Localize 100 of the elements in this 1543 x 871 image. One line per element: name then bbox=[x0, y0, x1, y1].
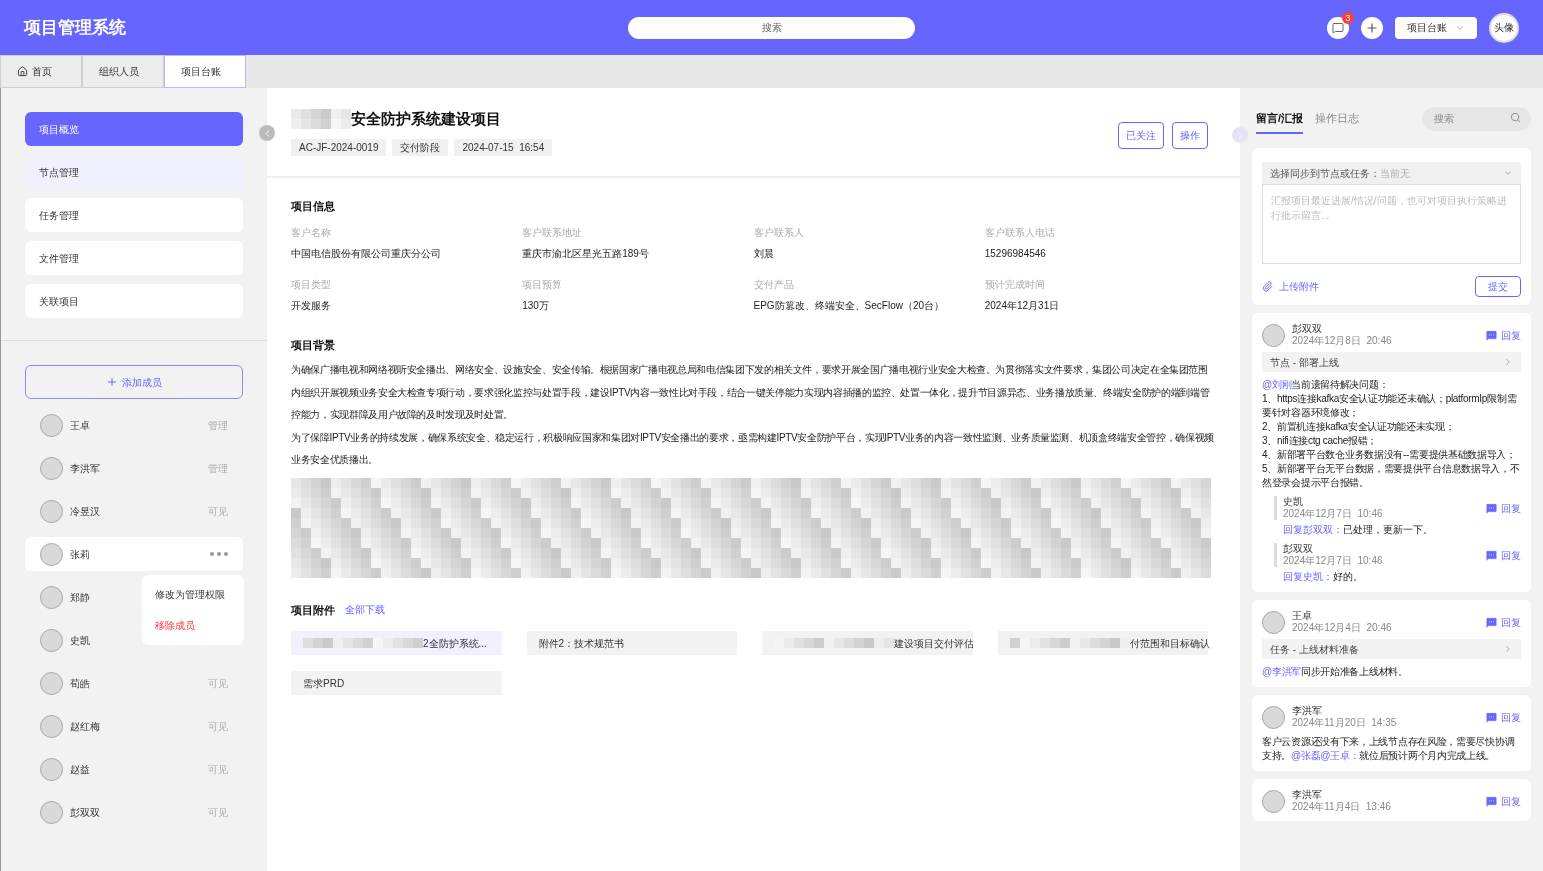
author-name: 彭双双 bbox=[1292, 323, 1323, 335]
attachment-item[interactable]: 付范围和目标确认 bbox=[997, 631, 1208, 655]
reply-button[interactable]: 回复 bbox=[1485, 793, 1521, 809]
attachment-item[interactable]: 需求PRD bbox=[291, 671, 502, 695]
background-paragraph: 为了保障IPTV业务的持续发展，确保系统安全、稳定运行，积极响应国家和集团对IPTV安全播出的要求，亟需构建IPTV安全防护平台，实现IPTV业务的内容一致性监测、业务质量监测、机顶盒终端安全管控，确保视频业务安全优质播出。 bbox=[291, 430, 1215, 467]
section-heading: 项目背景 bbox=[291, 337, 336, 353]
submit-button[interactable]: 提交 bbox=[1475, 276, 1521, 297]
avatar-button[interactable]: 头像 bbox=[1489, 12, 1519, 43]
add-icon[interactable] bbox=[1361, 16, 1383, 39]
avatar-icon bbox=[40, 757, 63, 781]
reply-button[interactable]: 回复 bbox=[1485, 709, 1521, 725]
author-name: 李洪军 bbox=[1292, 705, 1323, 717]
reply-button[interactable]: 回复 bbox=[1485, 547, 1521, 563]
member-row[interactable]: 冷昱汉 可见 bbox=[25, 494, 243, 528]
message-time: 2024年12月7日 10:46 bbox=[1283, 555, 1383, 567]
member-role: 可见 bbox=[208, 805, 228, 820]
nav-tab[interactable]: 首页 bbox=[0, 55, 82, 88]
collapse-left-icon[interactable] bbox=[259, 125, 275, 141]
project-dropdown[interactable]: 项目台账 bbox=[1395, 16, 1477, 39]
attachment-item[interactable]: 建设项目交付评估 bbox=[762, 631, 973, 655]
field-label: 项目预算 bbox=[522, 277, 564, 292]
more-icon[interactable] bbox=[210, 552, 228, 556]
author-name: 王卓 bbox=[1292, 610, 1313, 622]
sidebar-item[interactable]: 项目概览 bbox=[25, 112, 243, 146]
nav-tab[interactable]: 组织人员 bbox=[82, 55, 164, 88]
menu-item[interactable]: 移除成员 bbox=[155, 618, 244, 633]
message-text: 客户云资源还没有下来，上线节点存在风险，需要尽快协调支持。@张磊@王卓：就位后预计两个月内完成上线。 bbox=[1262, 735, 1516, 763]
member-role: 可见 bbox=[208, 676, 228, 691]
message-time: 2024年12月4日 20:46 bbox=[1292, 622, 1392, 634]
section-heading: 项目附件 bbox=[291, 602, 335, 618]
paperclip-icon bbox=[1262, 281, 1273, 292]
message-icon[interactable] bbox=[1327, 16, 1349, 39]
message-time: 2024年11月4日 13:46 bbox=[1292, 801, 1391, 813]
member-name: 王卓 bbox=[70, 418, 90, 433]
member-row[interactable]: 赵红梅 可见 bbox=[25, 709, 243, 743]
attachment-name: 需求PRD bbox=[303, 676, 345, 691]
project-tag: 交付阶段 bbox=[392, 138, 449, 156]
project-tag: 2024-07-15 16:54 bbox=[454, 138, 553, 156]
author-name: 彭双双 bbox=[1283, 543, 1314, 555]
reply-button[interactable]: 回复 bbox=[1485, 614, 1521, 630]
sidebar-item[interactable]: 关联项目 bbox=[25, 284, 243, 318]
member-row[interactable]: 彭双双 可见 bbox=[25, 795, 243, 829]
message-time: 2024年12月7日 10:46 bbox=[1283, 508, 1383, 520]
member-role: 管理 bbox=[208, 418, 228, 433]
header-button[interactable]: 操作 bbox=[1172, 122, 1208, 149]
avatar-icon bbox=[1262, 705, 1285, 729]
search-icon bbox=[1510, 112, 1521, 124]
chat-bubble-icon bbox=[1485, 501, 1498, 515]
field-label: 客户联系人电话 bbox=[984, 225, 1056, 240]
field-value: 开发服务 bbox=[291, 298, 332, 313]
avatar-icon bbox=[40, 542, 63, 566]
reply-button[interactable]: 回复 bbox=[1485, 500, 1521, 516]
chat-bubble-icon bbox=[1485, 615, 1498, 629]
member-row[interactable]: 李洪军 管理 bbox=[25, 451, 243, 485]
field-label: 客户名称 bbox=[291, 225, 332, 240]
app-title: 项目管理系统 bbox=[24, 16, 127, 39]
attachment-item[interactable]: 附件2：技术规范书 bbox=[526, 631, 737, 655]
avatar-icon bbox=[40, 499, 63, 523]
field-value: 中国电信股份有限公司重庆分公司 bbox=[291, 246, 442, 261]
menu-item[interactable]: 修改为管理权限 bbox=[155, 587, 244, 602]
reply-button[interactable]: 回复 bbox=[1485, 327, 1521, 343]
chevron-right-icon bbox=[1503, 644, 1513, 654]
member-name: 荀皓 bbox=[70, 676, 90, 691]
member-row[interactable]: 赵益 可见 bbox=[25, 752, 243, 786]
sidebar-item[interactable]: 文件管理 bbox=[25, 241, 243, 275]
attachment-item[interactable]: 2全防护系统... bbox=[291, 631, 502, 655]
member-name: 李洪军 bbox=[70, 461, 100, 476]
sidebar-item[interactable]: 节点管理 bbox=[25, 155, 243, 189]
attachment-name: 付范围和目标确认 bbox=[1129, 636, 1210, 651]
member-role: 可见 bbox=[208, 504, 228, 519]
upload-link[interactable]: 上传附件 bbox=[1262, 279, 1319, 294]
reply-text: 回复史凯：好的。 bbox=[1282, 570, 1364, 584]
avatar-icon bbox=[1262, 610, 1285, 634]
avatar-icon bbox=[40, 456, 63, 480]
avatar-icon bbox=[40, 413, 63, 437]
avatar-icon bbox=[40, 585, 63, 609]
download-all-link[interactable]: 全部下载 bbox=[345, 602, 385, 618]
header-button[interactable]: 已关注 bbox=[1118, 122, 1164, 149]
panel-search-field[interactable]: 搜索 bbox=[1422, 106, 1531, 131]
field-label: 预计完成时间 bbox=[984, 277, 1046, 292]
sidebar-item[interactable]: 任务管理 bbox=[25, 198, 243, 232]
member-role: 可见 bbox=[208, 762, 228, 777]
add-member-button[interactable]: 添加成员 bbox=[25, 365, 243, 399]
member-row[interactable]: 荀皓 可见 bbox=[25, 666, 243, 700]
attachment-name: 2全防护系统... bbox=[423, 636, 487, 651]
search-field[interactable]: 搜索 bbox=[628, 16, 915, 39]
field-label: 项目类型 bbox=[291, 277, 332, 292]
linked-node-row[interactable]: 节点 - 部署上线 bbox=[1262, 352, 1521, 372]
blurred-text-drawing bbox=[291, 109, 351, 130]
member-row[interactable]: 王卓 管理 bbox=[25, 408, 243, 442]
avatar-icon bbox=[40, 671, 63, 695]
field-value: 刘晨 bbox=[753, 246, 775, 261]
project-title: 安全防护系统建设项目 bbox=[351, 109, 501, 129]
panel-tab[interactable]: 留言/汇报 bbox=[1256, 101, 1304, 135]
member-row[interactable]: 张莉 bbox=[25, 537, 243, 571]
linked-node-row[interactable]: 任务 - 上线材料准备 bbox=[1262, 639, 1521, 659]
member-name: 彭双双 bbox=[70, 805, 100, 820]
message-time: 2024年11月20日 14:35 bbox=[1292, 717, 1397, 729]
chevron-down-icon bbox=[1503, 168, 1513, 178]
nav-tab[interactable]: 项目台账 bbox=[164, 55, 246, 88]
